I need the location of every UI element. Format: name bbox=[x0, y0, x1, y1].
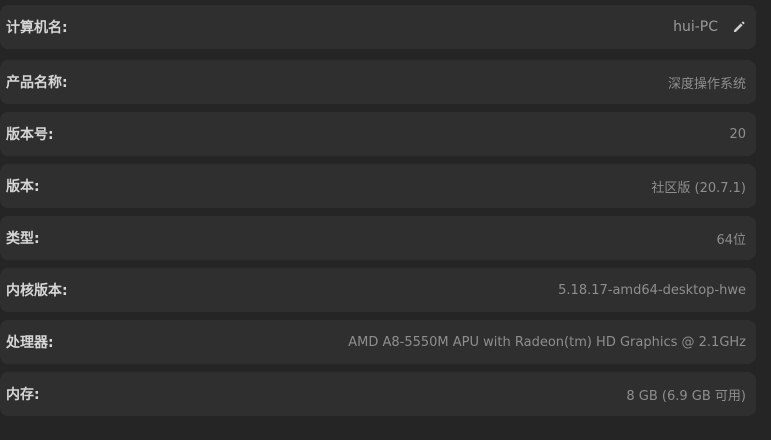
type-value: 64位 bbox=[716, 232, 746, 248]
edition-value: 社区版 (20.7.1) bbox=[651, 180, 746, 196]
computer-name-value-group: hui-PC bbox=[673, 19, 746, 35]
computer-name-value[interactable]: hui-PC bbox=[673, 19, 718, 35]
memory-value: 8 GB (6.9 GB 可用) bbox=[626, 388, 746, 404]
system-info-list: 计算机名: hui-PC 产品名称: 深度操作系统 版本号: 20 版本: 社区… bbox=[0, 0, 771, 440]
row-computer-name: 计算机名: hui-PC bbox=[0, 5, 756, 49]
product-name-label: 产品名称: bbox=[6, 75, 68, 91]
row-kernel-version: 内核版本: 5.18.17-amd64-desktop-hwe bbox=[0, 268, 756, 312]
processor-label: 处理器: bbox=[6, 335, 54, 351]
version-number-label: 版本号: bbox=[6, 127, 54, 143]
row-product-name: 产品名称: 深度操作系统 bbox=[0, 60, 756, 104]
memory-label: 内存: bbox=[6, 387, 40, 403]
kernel-version-value: 5.18.17-amd64-desktop-hwe bbox=[558, 282, 746, 298]
product-name-value: 深度操作系统 bbox=[667, 76, 746, 92]
row-processor: 处理器: AMD A8-5550M APU with Radeon(tm) HD… bbox=[0, 320, 756, 364]
row-memory: 内存: 8 GB (6.9 GB 可用) bbox=[0, 372, 756, 416]
version-number-value: 20 bbox=[729, 126, 746, 142]
edition-label: 版本: bbox=[6, 179, 40, 195]
computer-name-label: 计算机名: bbox=[6, 20, 68, 36]
processor-value: AMD A8-5550M APU with Radeon(tm) HD Grap… bbox=[348, 334, 746, 350]
pencil-icon[interactable] bbox=[732, 20, 746, 34]
row-version-number: 版本号: 20 bbox=[0, 112, 756, 156]
row-type: 类型: 64位 bbox=[0, 216, 756, 260]
type-label: 类型: bbox=[6, 231, 40, 247]
kernel-version-label: 内核版本: bbox=[6, 283, 68, 299]
row-edition: 版本: 社区版 (20.7.1) bbox=[0, 164, 756, 208]
